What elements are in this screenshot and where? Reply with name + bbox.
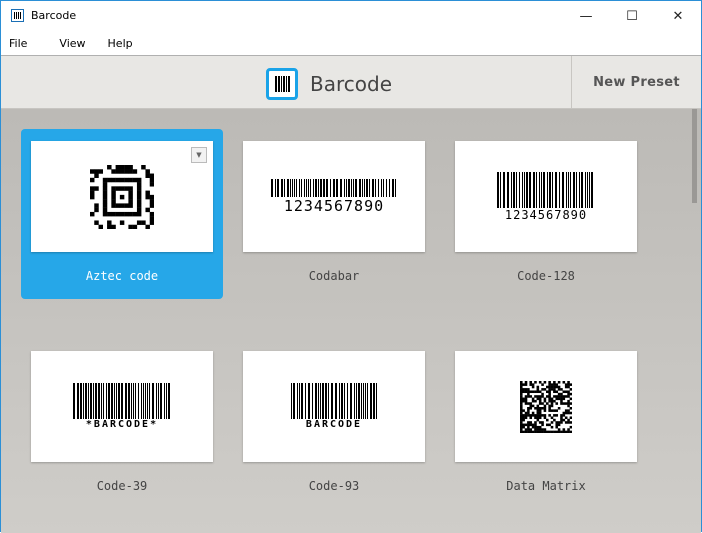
maximize-button[interactable]: ☐: [609, 1, 655, 31]
preset-grid: ▼ Aztec code 1234567890 Codabar 1234567890 Co…: [1, 109, 701, 533]
menu-help[interactable]: Help: [94, 34, 141, 54]
preset-label: Data Matrix: [506, 479, 586, 493]
title-bar: Barcode — ☐ ✕: [1, 1, 701, 31]
close-button[interactable]: ✕: [655, 1, 701, 31]
aztec-symbol: [90, 164, 154, 229]
barcode-app-icon: [11, 9, 24, 22]
window-title: Barcode: [31, 9, 77, 22]
scrollbar-thumb[interactable]: [692, 109, 697, 203]
minimize-button[interactable]: —: [563, 1, 609, 31]
barcode-text: *BARCODE*: [85, 419, 159, 430]
dropdown-arrow-icon[interactable]: ▼: [191, 147, 207, 163]
preset-label: Code-93: [308, 479, 360, 493]
header-bar: Barcode New Preset: [1, 55, 701, 109]
preset-card[interactable]: ▼ Aztec code: [21, 129, 223, 299]
barcode-preview: 1234567890: [455, 141, 637, 252]
data-matrix-symbol: [520, 380, 572, 433]
barcode-preview: 1234567890: [243, 141, 425, 252]
menu-view[interactable]: View: [35, 34, 93, 54]
barcode-preview: ▼: [31, 141, 213, 252]
menu-file[interactable]: File: [1, 34, 35, 54]
preset-card[interactable]: Data Matrix: [445, 339, 647, 509]
preset-card[interactable]: 1234567890 Codabar: [233, 129, 435, 299]
barcode-text: 1234567890: [283, 196, 385, 215]
barcode-preview: [455, 351, 637, 462]
preset-card[interactable]: *BARCODE* Code-39: [21, 339, 223, 509]
barcode-icon: [266, 68, 298, 100]
preset-label: Code-128: [517, 269, 575, 283]
preset-card[interactable]: BARCODE Code-93: [233, 339, 435, 509]
page-title: Barcode: [310, 72, 392, 96]
menu-bar: File View Help: [1, 34, 141, 54]
barcode-text: 1234567890: [504, 207, 588, 222]
barcode-preview: *BARCODE*: [31, 351, 213, 462]
preset-label: Aztec code: [85, 269, 159, 283]
barcode-text: BARCODE: [305, 419, 363, 430]
new-preset-button[interactable]: New Preset: [571, 56, 701, 108]
preset-label: Codabar: [308, 269, 360, 283]
preset-card[interactable]: 1234567890 Code-128: [445, 129, 647, 299]
preset-label: Code-39: [96, 479, 148, 493]
app-window: Barcode — ☐ ✕ File View Help Barcode New…: [0, 0, 702, 533]
barcode-preview: BARCODE: [243, 351, 425, 462]
